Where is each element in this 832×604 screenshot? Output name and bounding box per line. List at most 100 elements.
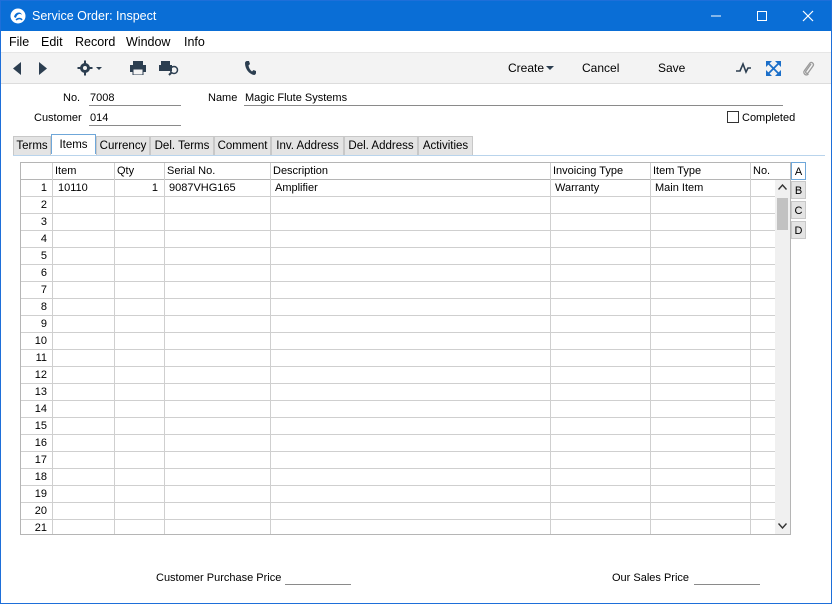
table-row[interactable]: 3 bbox=[21, 214, 775, 231]
cancel-label: Cancel bbox=[582, 61, 620, 75]
minimize-button[interactable] bbox=[693, 1, 739, 31]
table-row[interactable]: 5 bbox=[21, 248, 775, 265]
completed-label: Completed bbox=[742, 112, 796, 124]
save-button[interactable]: Save bbox=[651, 53, 695, 84]
toolbar: Create Cancel Save bbox=[1, 53, 831, 84]
customer-purchase-price-underline bbox=[285, 584, 351, 585]
scrollbar-thumb[interactable] bbox=[777, 198, 788, 230]
tab-terms[interactable]: Terms bbox=[13, 136, 51, 155]
col-header-serial-no[interactable]: Serial No. bbox=[167, 165, 215, 177]
customer-purchase-price-field[interactable] bbox=[285, 571, 351, 585]
menu-file[interactable]: File bbox=[9, 35, 29, 49]
table-row[interactable]: 20 bbox=[21, 503, 775, 520]
scroll-up-icon[interactable] bbox=[778, 184, 787, 190]
row-number: 17 bbox=[34, 454, 47, 466]
no-field[interactable]: 7008 bbox=[89, 92, 181, 106]
create-menu-button[interactable]: Create bbox=[501, 53, 561, 84]
table-row[interactable]: 11 bbox=[21, 350, 775, 367]
cell-item-type[interactable]: Main Item bbox=[655, 182, 703, 194]
row-number: 8 bbox=[40, 301, 47, 313]
menu-record[interactable]: Record bbox=[75, 35, 115, 49]
side-tab-d[interactable]: D bbox=[791, 221, 806, 239]
close-button[interactable] bbox=[785, 1, 831, 31]
table-row[interactable]: 4 bbox=[21, 231, 775, 248]
side-tab-a[interactable]: A bbox=[791, 162, 806, 180]
cancel-button[interactable]: Cancel bbox=[575, 53, 625, 84]
col-header-item-type[interactable]: Item Type bbox=[653, 165, 701, 177]
print-preview-button[interactable] bbox=[157, 53, 183, 84]
print-button[interactable] bbox=[127, 53, 149, 84]
menu-window[interactable]: Window bbox=[126, 35, 170, 49]
expand-button[interactable] bbox=[763, 53, 785, 84]
cell-item[interactable]: 10110 bbox=[58, 182, 88, 194]
previous-record-button[interactable] bbox=[7, 53, 27, 84]
cell-invoicing-type[interactable]: Warranty bbox=[555, 182, 599, 194]
grid-header: Item Qty Serial No. Description Invoicin… bbox=[21, 163, 790, 180]
settings-menu-button[interactable] bbox=[73, 53, 107, 84]
row-number: 14 bbox=[34, 403, 47, 415]
scroll-down-icon[interactable] bbox=[778, 523, 787, 529]
table-row[interactable]: 21 bbox=[21, 520, 775, 534]
row-number: 18 bbox=[34, 471, 47, 483]
tab-currency[interactable]: Currency bbox=[96, 136, 150, 155]
completed-checkbox[interactable] bbox=[727, 111, 739, 123]
our-sales-price-label: Our Sales Price bbox=[612, 572, 690, 584]
form-area: No. 7008 Name Magic Flute Systems Custom… bbox=[1, 84, 831, 603]
minimize-icon bbox=[711, 15, 721, 17]
name-field[interactable]: Magic Flute Systems bbox=[244, 92, 783, 106]
cell-serial[interactable]: 9087VHG165 bbox=[169, 182, 236, 194]
phone-button[interactable] bbox=[239, 53, 261, 84]
col-header-no[interactable]: No. bbox=[753, 165, 770, 177]
col-header-description[interactable]: Description bbox=[273, 165, 328, 177]
row-number: 1 bbox=[40, 182, 47, 194]
tab-inv-address[interactable]: Inv. Address bbox=[271, 136, 344, 155]
cell-qty[interactable]: 1 bbox=[114, 182, 158, 194]
activity-button[interactable] bbox=[733, 53, 755, 84]
tab-items[interactable]: Items bbox=[51, 134, 96, 154]
customer-label: Customer bbox=[34, 112, 82, 124]
col-header-item[interactable]: Item bbox=[55, 165, 76, 177]
table-row[interactable]: 7 bbox=[21, 282, 775, 299]
table-row[interactable]: 13 bbox=[21, 384, 775, 401]
table-row[interactable]: 6 bbox=[21, 265, 775, 282]
row-number: 16 bbox=[34, 437, 47, 449]
row-number: 20 bbox=[34, 505, 47, 517]
menu-info[interactable]: Info bbox=[184, 35, 205, 49]
table-row[interactable]: 9 bbox=[21, 316, 775, 333]
window-title: Service Order: Inspect bbox=[32, 9, 157, 23]
our-sales-price-field[interactable] bbox=[694, 571, 760, 585]
attachment-button[interactable] bbox=[797, 53, 819, 84]
table-row[interactable]: 10 bbox=[21, 333, 775, 350]
save-label: Save bbox=[658, 61, 686, 75]
tab-activities[interactable]: Activities bbox=[418, 136, 473, 155]
table-row[interactable]: 1 10110 1 9087VHG165 Amplifier Warranty Main I… bbox=[21, 180, 775, 197]
col-header-invoicing-type[interactable]: Invoicing Type bbox=[553, 165, 623, 177]
service-order-window: Service Order: Inspect File Edit Record … bbox=[0, 0, 832, 604]
table-row[interactable]: 14 bbox=[21, 401, 775, 418]
vertical-scrollbar[interactable] bbox=[775, 180, 790, 534]
cell-description[interactable]: Amplifier bbox=[275, 182, 318, 194]
row-number: 21 bbox=[34, 522, 47, 534]
tab-del-terms[interactable]: Del. Terms bbox=[150, 136, 214, 155]
side-tab-b[interactable]: B bbox=[791, 181, 806, 199]
side-tab-c[interactable]: C bbox=[791, 201, 806, 219]
tab-del-address[interactable]: Del. Address bbox=[344, 136, 418, 155]
table-row[interactable]: 18 bbox=[21, 469, 775, 486]
row-number: 9 bbox=[40, 318, 47, 330]
paperclip-icon bbox=[803, 61, 815, 76]
table-row[interactable]: 15 bbox=[21, 418, 775, 435]
menu-edit[interactable]: Edit bbox=[41, 35, 63, 49]
chevron-down-icon bbox=[546, 66, 554, 70]
maximize-button[interactable] bbox=[739, 1, 785, 31]
col-header-qty[interactable]: Qty bbox=[117, 165, 134, 177]
customer-field[interactable]: 014 bbox=[89, 112, 181, 126]
table-row[interactable]: 8 bbox=[21, 299, 775, 316]
next-record-button[interactable] bbox=[33, 53, 53, 84]
tab-comment[interactable]: Comment bbox=[214, 136, 271, 155]
table-row[interactable]: 16 bbox=[21, 435, 775, 452]
close-icon bbox=[802, 10, 814, 22]
table-row[interactable]: 2 bbox=[21, 197, 775, 214]
table-row[interactable]: 19 bbox=[21, 486, 775, 503]
table-row[interactable]: 12 bbox=[21, 367, 775, 384]
table-row[interactable]: 17 bbox=[21, 452, 775, 469]
